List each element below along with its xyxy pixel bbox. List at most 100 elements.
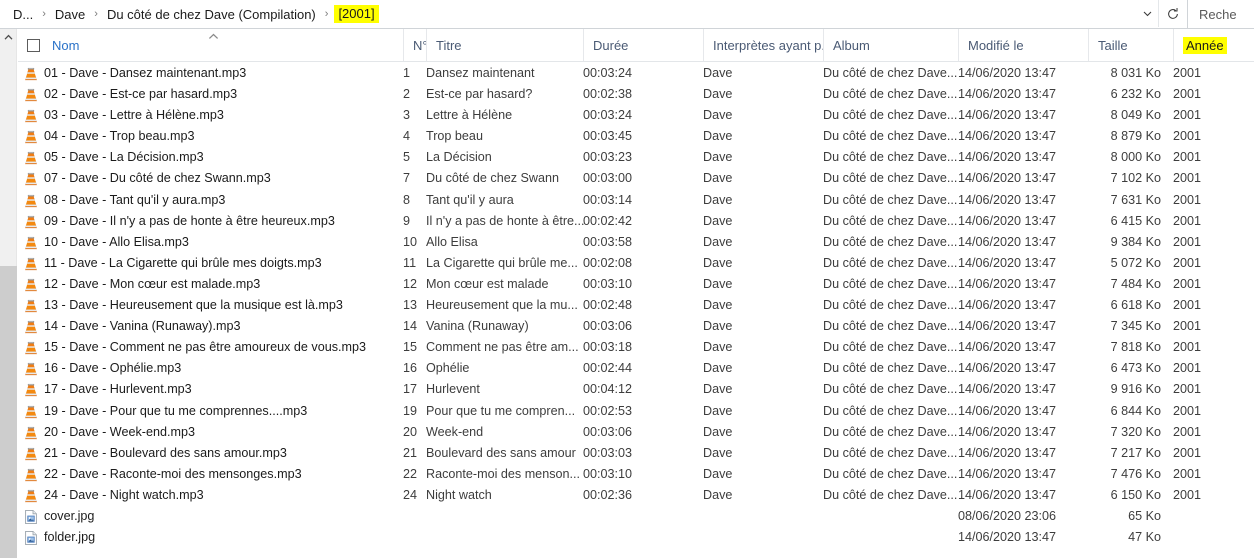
address-bar[interactable]: D... › Dave › Du côté de chez Dave (Compilat… xyxy=(0,0,1188,29)
cell-album: Du côté de chez Dave... xyxy=(823,66,958,80)
breadcrumb-separator: › xyxy=(42,8,46,20)
scrollbar-thumb[interactable] xyxy=(0,266,17,558)
file-name-cell[interactable]: 22 - Dave - Raconte-moi des mensonges.mp… xyxy=(18,464,403,485)
file-name-cell[interactable]: 24 - Dave - Night watch.mp3 xyxy=(18,485,403,506)
cell-modified: 14/06/2020 13:47 xyxy=(958,213,1057,228)
cell-artists: Dave xyxy=(703,319,733,334)
file-row[interactable]: 02 - Dave - Est-ce par hasard.mp3 2 Est-ce… xyxy=(18,84,1254,105)
cell-year: 2001 xyxy=(1173,298,1202,313)
file-row[interactable]: 19 - Dave - Pour que tu me comprennes...… xyxy=(18,401,1254,422)
column-header-modified[interactable]: Modifié le xyxy=(958,29,1088,61)
cell-album: Du côté de chez Dave... xyxy=(823,319,958,334)
cell-artists: Dave xyxy=(703,340,733,355)
column-header-duration[interactable]: Durée xyxy=(583,29,703,61)
cell-modified: 14/06/2020 13:47 xyxy=(958,361,1057,376)
file-row[interactable]: 24 - Dave - Night watch.mp3 24 Night watch… xyxy=(18,485,1254,506)
file-name-cell[interactable]: 05 - Dave - La Décision.mp3 xyxy=(18,147,403,168)
breadcrumb-item-3[interactable]: [2001] xyxy=(334,5,379,23)
cell-duration: 00:03:14 xyxy=(583,192,633,207)
file-row[interactable]: 08 - Dave - Tant qu'il y aura.mp3 8 Tant q… xyxy=(18,190,1254,211)
file-name-label: 12 - Dave - Mon cœur est malade.mp3 xyxy=(44,276,261,291)
file-row[interactable]: 01 - Dave - Dansez maintenant.mp3 1 Dansez… xyxy=(18,63,1254,84)
file-name-label: 22 - Dave - Raconte-moi des mensonges.mp… xyxy=(44,466,302,481)
address-history-dropdown[interactable] xyxy=(1136,0,1158,27)
file-row[interactable]: 16 - Dave - Ophélie.mp3 16 Ophélie 00:02:44… xyxy=(18,358,1254,379)
file-row[interactable]: 20 - Dave - Week-end.mp3 20 Week-end 00:03:… xyxy=(18,422,1254,443)
cell-modified: 14/06/2020 13:47 xyxy=(958,234,1057,249)
file-name-cell[interactable]: 17 - Dave - Hurlevent.mp3 xyxy=(18,379,403,400)
file-name-cell[interactable]: 03 - Dave - Lettre à Hélène.mp3 xyxy=(18,105,403,126)
column-header-year[interactable]: Année xyxy=(1173,29,1254,61)
cell-year: 2001 xyxy=(1173,213,1202,228)
file-row[interactable]: 13 - Dave - Heureusement que la musique … xyxy=(18,295,1254,316)
file-name-cell[interactable]: 19 - Dave - Pour que tu me comprennes...… xyxy=(18,401,403,422)
column-header-size[interactable]: Taille xyxy=(1088,29,1173,61)
column-header-album[interactable]: Album xyxy=(823,29,958,61)
column-header-title[interactable]: Titre xyxy=(426,29,591,61)
file-name-cell[interactable]: 04 - Dave - Trop beau.mp3 xyxy=(18,126,403,147)
cell-duration: 00:02:44 xyxy=(583,361,633,376)
file-name-cell[interactable]: 08 - Dave - Tant qu'il y aura.mp3 xyxy=(18,190,403,211)
file-name-cell[interactable]: 21 - Dave - Boulevard des sans amour.mp3 xyxy=(18,443,403,464)
cell-artists: Dave xyxy=(703,445,733,460)
search-box[interactable]: Reche xyxy=(1188,0,1254,29)
vlc-icon xyxy=(25,489,37,502)
cell-artists: Dave xyxy=(703,171,733,186)
file-name-cell[interactable]: 09 - Dave - Il n'y a pas de honte à être… xyxy=(18,211,403,232)
file-row[interactable]: 10 - Dave - Allo Elisa.mp3 10 Allo Elisa 00… xyxy=(18,232,1254,253)
column-header-artists[interactable]: Interprètes ayant p... xyxy=(703,29,823,61)
file-row[interactable]: 11 - Dave - La Cigarette qui brûle mes d… xyxy=(18,253,1254,274)
search-input[interactable]: Reche xyxy=(1199,7,1237,22)
cell-title xyxy=(426,506,591,527)
file-row[interactable]: 12 - Dave - Mon cœur est malade.mp3 12 Mon… xyxy=(18,274,1254,295)
file-name-cell[interactable]: 10 - Dave - Allo Elisa.mp3 xyxy=(18,232,403,253)
file-name-cell[interactable]: 11 - Dave - La Cigarette qui brûle mes d… xyxy=(18,253,403,274)
breadcrumb-item-1[interactable]: Dave xyxy=(52,5,88,24)
file-row[interactable]: folder.jpg 14/06/2020 13:47 47 Ko xyxy=(18,527,1254,548)
select-all-checkbox[interactable] xyxy=(27,38,40,52)
file-row[interactable]: 07 - Dave - Du côté de chez Swann.mp3 7 Du… xyxy=(18,168,1254,189)
scroll-up-button[interactable] xyxy=(0,29,17,46)
file-name-cell[interactable]: 01 - Dave - Dansez maintenant.mp3 xyxy=(18,63,403,84)
breadcrumb[interactable]: D... › Dave › Du côté de chez Dave (Compilat… xyxy=(10,5,1187,24)
cell-album: Du côté de chez Dave... xyxy=(823,150,958,165)
file-name-cell[interactable]: 20 - Dave - Week-end.mp3 xyxy=(18,422,403,443)
file-name-cell[interactable]: 16 - Dave - Ophélie.mp3 xyxy=(18,358,403,379)
cell-title: Trop beau xyxy=(426,129,483,144)
file-name-cell[interactable]: folder.jpg xyxy=(18,527,403,548)
cell-title: Night watch xyxy=(426,487,492,502)
cell-title: Lettre à Hélène xyxy=(426,108,513,123)
vlc-icon xyxy=(25,342,37,355)
file-name-cell[interactable]: 14 - Dave - Vanina (Runaway).mp3 xyxy=(18,316,403,337)
cell-album: Du côté de chez Dave... xyxy=(823,403,958,418)
vlc-icon xyxy=(25,384,37,397)
breadcrumb-item-2[interactable]: Du côté de chez Dave (Compilation) xyxy=(104,5,319,24)
file-name-cell[interactable]: 07 - Dave - Du côté de chez Swann.mp3 xyxy=(18,168,403,189)
vertical-scrollbar[interactable] xyxy=(0,29,17,558)
file-row[interactable]: 04 - Dave - Trop beau.mp3 4 Trop beau 00:03… xyxy=(18,126,1254,147)
file-row[interactable]: 05 - Dave - La Décision.mp3 5 La Décision 0… xyxy=(18,147,1254,168)
cell-size: 6 415 Ko xyxy=(1110,213,1161,228)
file-row[interactable]: 15 - Dave - Comment ne pas être amoureux… xyxy=(18,337,1254,358)
file-name-cell[interactable]: 13 - Dave - Heureusement que la musique … xyxy=(18,295,403,316)
breadcrumb-item-0[interactable]: D... xyxy=(10,5,36,24)
cell-title: Allo Elisa xyxy=(426,234,478,249)
file-name-cell[interactable]: cover.jpg xyxy=(18,506,403,527)
cell-duration: 00:03:45 xyxy=(583,129,633,144)
file-name-cell[interactable]: 15 - Dave - Comment ne pas être amoureux… xyxy=(18,337,403,358)
file-row[interactable]: 09 - Dave - Il n'y a pas de honte à être… xyxy=(18,211,1254,232)
file-name-cell[interactable]: 02 - Dave - Est-ce par hasard.mp3 xyxy=(18,84,403,105)
file-row[interactable]: 22 - Dave - Raconte-moi des mensonges.mp… xyxy=(18,464,1254,485)
cell-modified: 08/06/2020 23:06 xyxy=(958,508,1057,523)
file-row[interactable]: 14 - Dave - Vanina (Runaway).mp3 14 Vanina… xyxy=(18,316,1254,337)
cell-artists: Dave xyxy=(703,234,733,249)
file-row[interactable]: 21 - Dave - Boulevard des sans amour.mp3… xyxy=(18,443,1254,464)
file-list[interactable]: 01 - Dave - Dansez maintenant.mp3 1 Dansez… xyxy=(18,63,1254,558)
file-name-cell[interactable]: 12 - Dave - Mon cœur est malade.mp3 xyxy=(18,274,403,295)
column-header-label: Modifié le xyxy=(968,37,1024,53)
cell-duration: 00:03:18 xyxy=(583,340,633,355)
file-row[interactable]: cover.jpg 08/06/2020 23:06 65 Ko xyxy=(18,506,1254,527)
file-row[interactable]: 03 - Dave - Lettre à Hélène.mp3 3 Lettre à… xyxy=(18,105,1254,126)
file-row[interactable]: 17 - Dave - Hurlevent.mp3 17 Hurlevent 00:0… xyxy=(18,379,1254,400)
refresh-button[interactable] xyxy=(1158,0,1186,27)
